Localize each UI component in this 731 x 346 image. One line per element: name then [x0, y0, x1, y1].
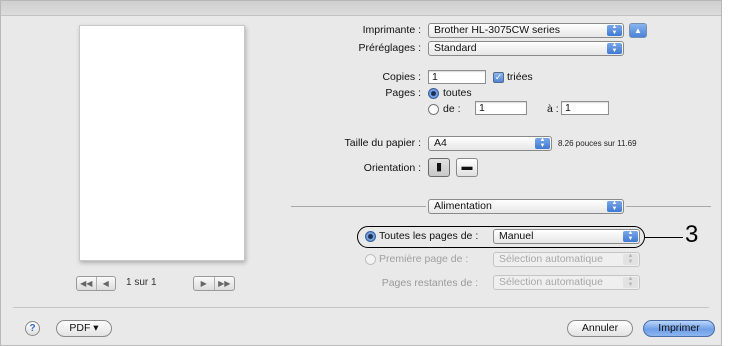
pages-from-field[interactable]: 1 [475, 101, 527, 115]
landscape-icon: ▬ [461, 161, 473, 173]
presets-value: Standard [434, 42, 477, 54]
first-page-from-popup[interactable]: Sélection automatique ▲ ▼ [493, 252, 640, 267]
help-icon: ? [29, 323, 36, 334]
printer-value: Brother HL-3075CW series [434, 24, 561, 36]
section-popup[interactable]: Alimentation ▲ ▼ [428, 199, 624, 214]
popup-arrows-icon: ▲ ▼ [607, 24, 622, 36]
paper-size-info: 8.26 pouces sur 11.69 [558, 139, 637, 148]
portrait-button[interactable]: ▮ [428, 158, 450, 177]
remaining-pages-from-value: Sélection automatique [499, 276, 603, 288]
next-page-button[interactable]: ▶ [194, 277, 215, 290]
first-page-from-label: Première page de : [379, 253, 469, 265]
paper-size-value: A4 [434, 137, 447, 149]
first-page-button[interactable]: ◀◀ [77, 277, 97, 290]
previous-page-button[interactable]: ◀ [97, 277, 116, 290]
page-preview [79, 25, 245, 261]
portrait-icon: ▮ [435, 161, 443, 173]
section-divider-left [291, 206, 426, 207]
footer-divider [13, 307, 709, 308]
pages-all-radio[interactable] [428, 88, 439, 99]
pages-all-label: toutes [443, 87, 472, 99]
callout-highlight [357, 226, 645, 248]
callout-leader-line [645, 237, 683, 239]
last-page-button[interactable]: ▶▶ [215, 277, 235, 290]
pdf-menu-button[interactable]: PDF ▾ [56, 320, 112, 337]
preview-back-buttons: ◀◀ ◀ [76, 276, 116, 291]
landscape-button[interactable]: ▬ [456, 158, 478, 177]
checkmark-icon: ✓ [494, 72, 503, 82]
collapse-icon: ▲ [634, 26, 642, 35]
collapse-details-button[interactable]: ▲ [629, 23, 647, 38]
help-button[interactable]: ? [25, 321, 40, 336]
pages-to-label: à : [547, 103, 559, 115]
paper-size-popup[interactable]: A4 ▲ ▼ [428, 136, 552, 151]
pages-label: Pages : [385, 87, 421, 99]
collated-checkbox[interactable]: ✓ [493, 72, 504, 83]
printer-popup[interactable]: Brother HL-3075CW series ▲ ▼ [428, 23, 624, 38]
printer-label: Imprimante : [362, 24, 421, 36]
pages-to-field[interactable]: 1 [561, 101, 609, 115]
popup-arrows-icon: ▲ ▼ [607, 42, 622, 54]
print-button[interactable]: Imprimer [643, 320, 715, 337]
preview-forward-buttons: ▶ ▶▶ [193, 276, 235, 291]
print-dialog: ◀◀ ◀ 1 sur 1 ▶ ▶▶ Imprimante : Brother H… [0, 0, 722, 346]
section-value: Alimentation [434, 200, 492, 212]
window-titlebar [1, 1, 721, 16]
pages-range-radio[interactable] [428, 104, 439, 115]
popup-arrows-icon: ▲ ▼ [623, 253, 638, 265]
copies-field[interactable]: 1 [428, 70, 486, 84]
paper-size-label: Taille du papier : [344, 137, 421, 149]
remaining-pages-from-label: Pages restantes de : [381, 277, 478, 289]
remaining-pages-from-popup[interactable]: Sélection automatique ▲ ▼ [493, 275, 640, 290]
pages-from-label: de : [443, 103, 461, 115]
first-page-from-radio[interactable] [365, 254, 376, 265]
presets-label: Préréglages : [358, 42, 421, 54]
popup-arrows-icon: ▲ ▼ [623, 276, 638, 288]
cancel-button[interactable]: Annuler [567, 320, 633, 337]
page-indicator: 1 sur 1 [126, 277, 157, 288]
section-divider-right [626, 206, 711, 207]
presets-popup[interactable]: Standard ▲ ▼ [428, 41, 624, 56]
first-page-from-value: Sélection automatique [499, 253, 603, 265]
callout-number: 3 [685, 221, 699, 248]
popup-arrows-icon: ▲ ▼ [535, 137, 550, 149]
copies-label: Copies : [382, 71, 421, 83]
popup-arrows-icon: ▲ ▼ [607, 200, 622, 212]
collated-label: triées [507, 71, 533, 83]
orientation-label: Orientation : [363, 162, 421, 174]
